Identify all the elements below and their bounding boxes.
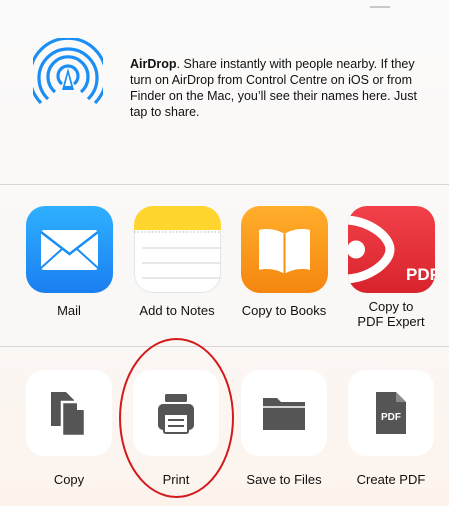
app-label-mail: Mail (57, 303, 81, 318)
grabber-line (370, 6, 390, 8)
app-mail[interactable]: Mail (14, 206, 124, 318)
app-pdf-expert[interactable]: PDF Copy to PDF Expert (336, 206, 446, 329)
action-create-pdf[interactable]: PDF Create PDF (336, 370, 446, 487)
copy-icon (26, 370, 112, 456)
airdrop-title: AirDrop (130, 57, 177, 71)
folder-icon (241, 370, 327, 456)
pdf-document-badge: PDF (381, 412, 401, 423)
printer-icon (133, 370, 219, 456)
pdf-expert-icon: PDF (347, 206, 435, 293)
app-label-pdf-expert: Copy to PDF Expert (357, 299, 425, 329)
action-row: Copy Print Save to Files PDF Create PDF (0, 348, 449, 506)
app-label-notes: Add to Notes (139, 303, 215, 318)
action-label-save-to-files: Save to Files (246, 472, 322, 487)
airdrop-section: AirDrop. Share instantly with people nea… (0, 0, 449, 184)
app-books[interactable]: Copy to Books (229, 206, 339, 318)
mail-icon (25, 206, 113, 293)
action-copy[interactable]: Copy (14, 370, 124, 487)
pdf-expert-badge: PDF (406, 265, 435, 284)
pdf-document-icon: PDF (348, 370, 434, 456)
action-print[interactable]: Print (121, 370, 231, 487)
airdrop-description: AirDrop. Share instantly with people nea… (130, 56, 435, 120)
books-icon (240, 206, 328, 293)
share-sheet: AirDrop. Share instantly with people nea… (0, 0, 449, 506)
airdrop-icon[interactable] (33, 38, 103, 108)
app-label-books: Copy to Books (241, 303, 327, 318)
notes-icon (133, 206, 221, 293)
action-label-print: Print (162, 472, 190, 487)
app-notes[interactable]: Add to Notes (122, 206, 232, 318)
action-save-to-files[interactable]: Save to Files (229, 370, 339, 487)
app-row: Mail Add to Notes Copy to Books PDF Copy… (0, 186, 449, 346)
divider-bottom (0, 346, 449, 347)
action-label-create-pdf: Create PDF (356, 472, 426, 487)
action-label-copy: Copy (53, 472, 85, 487)
divider-top (0, 184, 449, 185)
